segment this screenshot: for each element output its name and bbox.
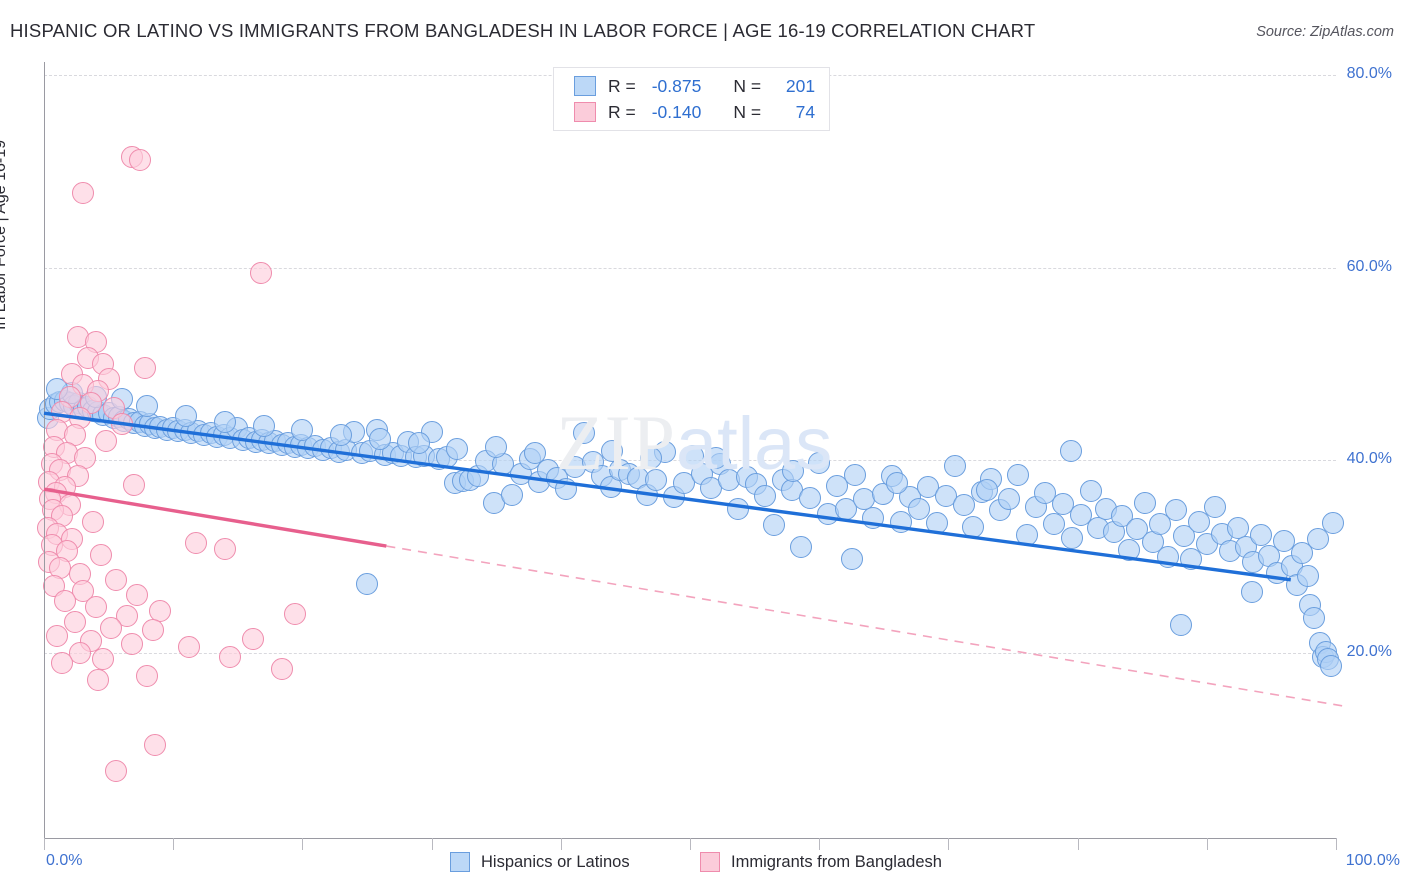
trend-line-pink [43,487,387,548]
legend-item-bangladesh[interactable]: Immigrants from Bangladesh [700,852,942,872]
legend-label-bangladesh: Immigrants from Bangladesh [731,852,942,871]
legend-swatch-hispanics [450,852,470,872]
legend-swatch-blue [574,76,596,96]
y-tick-label-60: 60.0% [1346,257,1392,275]
x-tick-label-max: 100.0% [1345,852,1400,869]
x-tick-80 [1077,838,1079,850]
y-tick-label-20: 20.0% [1346,643,1392,660]
n-value-blue: 201 [785,75,816,96]
stats-legend-row-blue: R = -0.875 N = 201 [574,73,815,99]
r-value-blue: -0.875 [651,75,702,96]
x-tick-40 [560,838,562,850]
x-tick-label-min: 0.0% [46,852,83,869]
trend-line-blue [43,411,1292,582]
y-tick-label-40: 40.0% [1346,450,1392,468]
n-value-pink: 74 [795,101,816,122]
x-tick-70 [948,838,950,850]
legend-item-hispanics[interactable]: Hispanics or Latinos [450,852,630,872]
x-tick-60 [819,838,821,850]
x-tick-10 [173,838,175,850]
chart-root: HISPANIC OR LATINO VS IMMIGRANTS FROM BA… [0,0,1406,892]
r-value-pink: -0.140 [651,101,702,122]
n-label-pink: N = [733,101,762,122]
stats-legend: R = -0.875 N = 201 R = -0.140 N = 74 [553,67,830,131]
stats-legend-row-pink: R = -0.140 N = 74 [574,99,815,125]
n-label-blue: N = [733,75,762,96]
x-tick-90 [1206,838,1208,850]
x-tick-30 [431,838,433,850]
trend-lines-layer [43,411,1350,708]
r-label-blue: R = [608,75,636,96]
legend-label-hispanics: Hispanics or Latinos [481,852,630,871]
legend-swatch-bangladesh [700,852,720,872]
x-tick-0 [44,838,45,850]
r-label-pink: R = [608,101,636,122]
legend-swatch-pink [574,102,596,122]
y-tick-label-80: 80.0% [1346,65,1392,82]
x-tick-100 [1336,838,1337,850]
trend-line-extension-pink [386,545,1350,708]
x-tick-50 [690,838,691,850]
x-tick-20 [302,838,304,850]
